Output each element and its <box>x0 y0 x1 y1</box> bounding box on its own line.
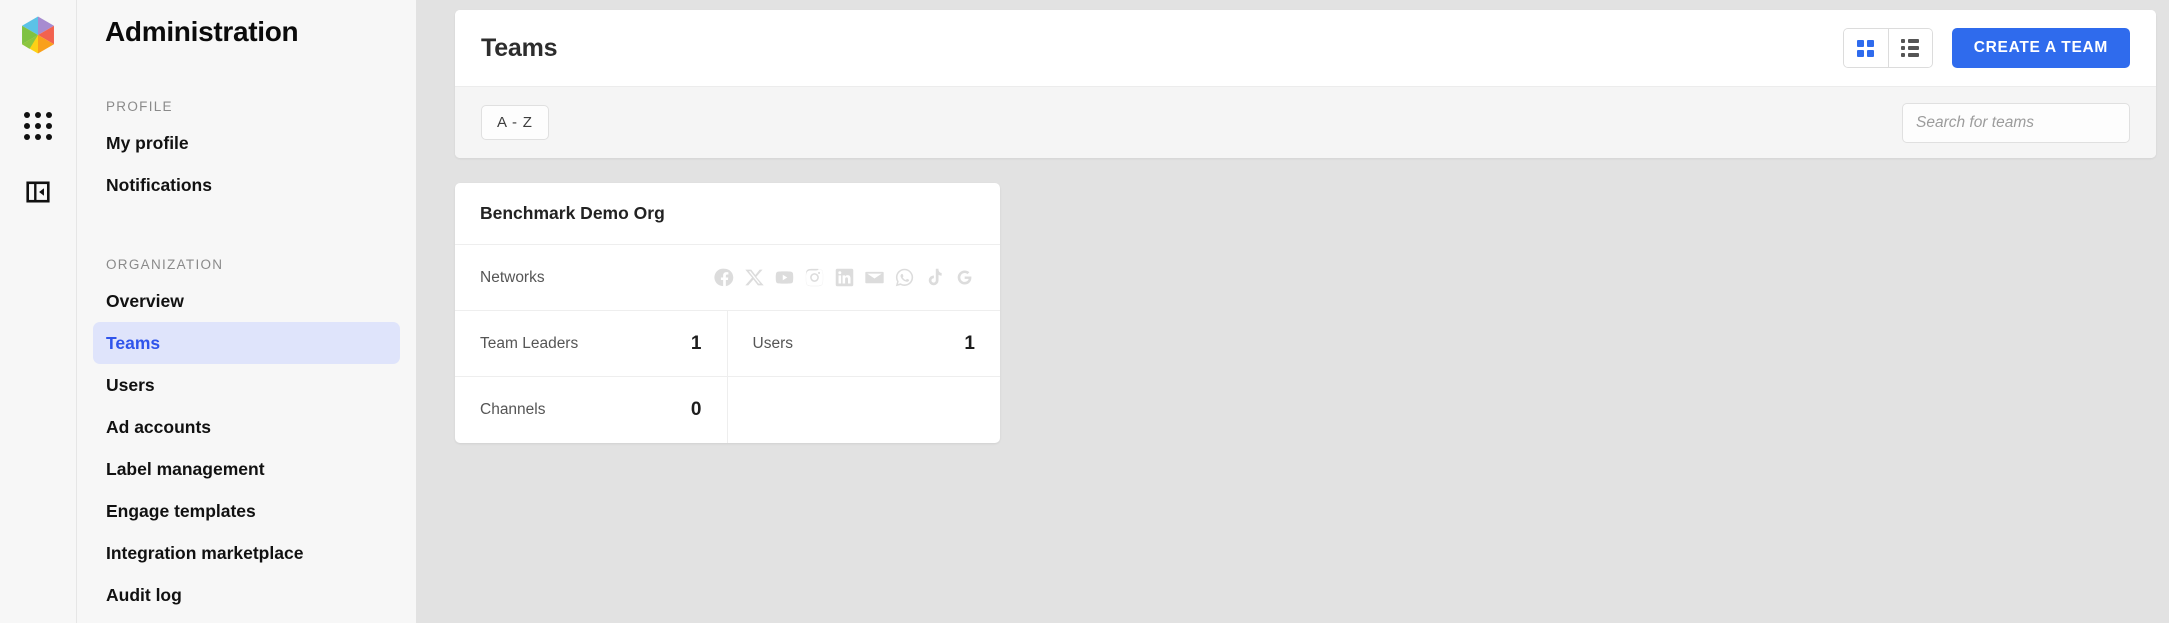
team-card[interactable]: Benchmark Demo Org Networks Team Leaders… <box>455 183 1000 443</box>
stat-users: Users 1 <box>727 311 1000 377</box>
apps-grid-icon[interactable] <box>18 106 58 146</box>
collapse-panel-icon[interactable] <box>18 172 58 212</box>
stat-value: 1 <box>690 332 702 354</box>
linkedin-icon[interactable] <box>834 267 855 288</box>
sidebar-item-audit-log[interactable]: Audit log <box>93 574 400 616</box>
collapse-panel-glyph <box>26 181 50 203</box>
main-content: Teams CREATE A TEAM A - Z Search for tea… <box>417 0 2169 623</box>
stat-label: Channels <box>480 401 546 418</box>
panel-title: Teams <box>481 33 558 62</box>
sidebar-item-teams[interactable]: Teams <box>93 322 400 364</box>
sidebar-item-notifications[interactable]: Notifications <box>93 164 400 206</box>
search-wrapper <box>1902 102 2130 143</box>
stat-channels: Channels 0 <box>455 377 728 443</box>
create-a-team-button[interactable]: CREATE A TEAM <box>1951 28 2130 68</box>
list-view-glyph <box>1901 39 1920 57</box>
stat-label: Users <box>752 334 793 352</box>
sidebar-item-engage-templates[interactable]: Engage templates <box>93 490 400 532</box>
facebook-icon[interactable] <box>714 267 735 288</box>
sort-az-chip[interactable]: A - Z <box>481 105 549 140</box>
sidebar-item-overview[interactable]: Overview <box>93 280 400 322</box>
stat-value: 0 <box>690 399 702 420</box>
youtube-icon[interactable] <box>774 267 795 288</box>
tiktok-icon[interactable] <box>924 267 945 288</box>
whatsapp-icon[interactable] <box>894 267 915 288</box>
app-root: Administration PROFILE My profile Notifi… <box>0 0 2169 623</box>
stat-value: 1 <box>964 332 975 354</box>
google-icon[interactable] <box>954 267 975 288</box>
hexagon-logo-icon[interactable] <box>17 14 59 56</box>
search-input[interactable] <box>1902 102 2130 143</box>
grid-view-icon[interactable] <box>1843 29 1888 67</box>
stat-label: Team Leaders <box>480 334 579 352</box>
team-name: Benchmark Demo Org <box>480 203 665 223</box>
apps-grid-dots <box>24 112 52 140</box>
sidebar: Administration PROFILE My profile Notifi… <box>77 0 417 623</box>
left-icon-rail <box>0 0 77 623</box>
team-networks-row: Networks <box>455 245 1000 311</box>
list-view-icon[interactable] <box>1887 29 1932 67</box>
teams-cards-area: Benchmark Demo Org Networks Team Leaders… <box>455 183 2156 443</box>
sidebar-item-label-management[interactable]: Label management <box>93 448 400 490</box>
networks-icon-list <box>714 267 975 288</box>
networks-label: Networks <box>480 268 545 286</box>
email-icon[interactable] <box>864 267 885 288</box>
team-card-header: Benchmark Demo Org <box>455 183 1000 245</box>
sidebar-item-users[interactable]: Users <box>93 364 400 406</box>
nav-list-organization: Overview Teams Users Ad accounts Label m… <box>93 280 400 616</box>
page-title: Administration <box>105 16 299 47</box>
team-stats-grid: Team Leaders 1 Users 1 Channels 0 <box>455 311 1000 443</box>
instagram-icon[interactable] <box>804 267 825 288</box>
sidebar-item-my-profile[interactable]: My profile <box>93 122 400 164</box>
teams-panel: Teams CREATE A TEAM A - Z Search for tea… <box>455 10 2156 158</box>
stat-empty-cell <box>728 377 1001 443</box>
stat-team-leaders: Team Leaders 1 <box>455 311 728 377</box>
grid-view-glyph <box>1857 39 1875 57</box>
panel-header-actions: CREATE A TEAM <box>1842 28 2130 68</box>
nav-group-label-organization: ORGANIZATION <box>106 257 224 272</box>
nav-list-profile: My profile Notifications <box>93 122 400 206</box>
sidebar-item-ad-accounts[interactable]: Ad accounts <box>93 406 400 448</box>
x-twitter-icon[interactable] <box>744 267 765 288</box>
view-toggle-group <box>1842 28 1933 68</box>
nav-group-label-profile: PROFILE <box>106 99 173 114</box>
nav-group-profile: PROFILE My profile Notifications <box>93 99 400 206</box>
panel-header: Teams CREATE A TEAM <box>455 10 2156 86</box>
sidebar-item-integration-marketplace[interactable]: Integration marketplace <box>93 532 400 574</box>
panel-filter-bar: A - Z <box>455 86 2156 158</box>
nav-group-organization: ORGANIZATION Overview Teams Users Ad acc… <box>93 257 400 616</box>
